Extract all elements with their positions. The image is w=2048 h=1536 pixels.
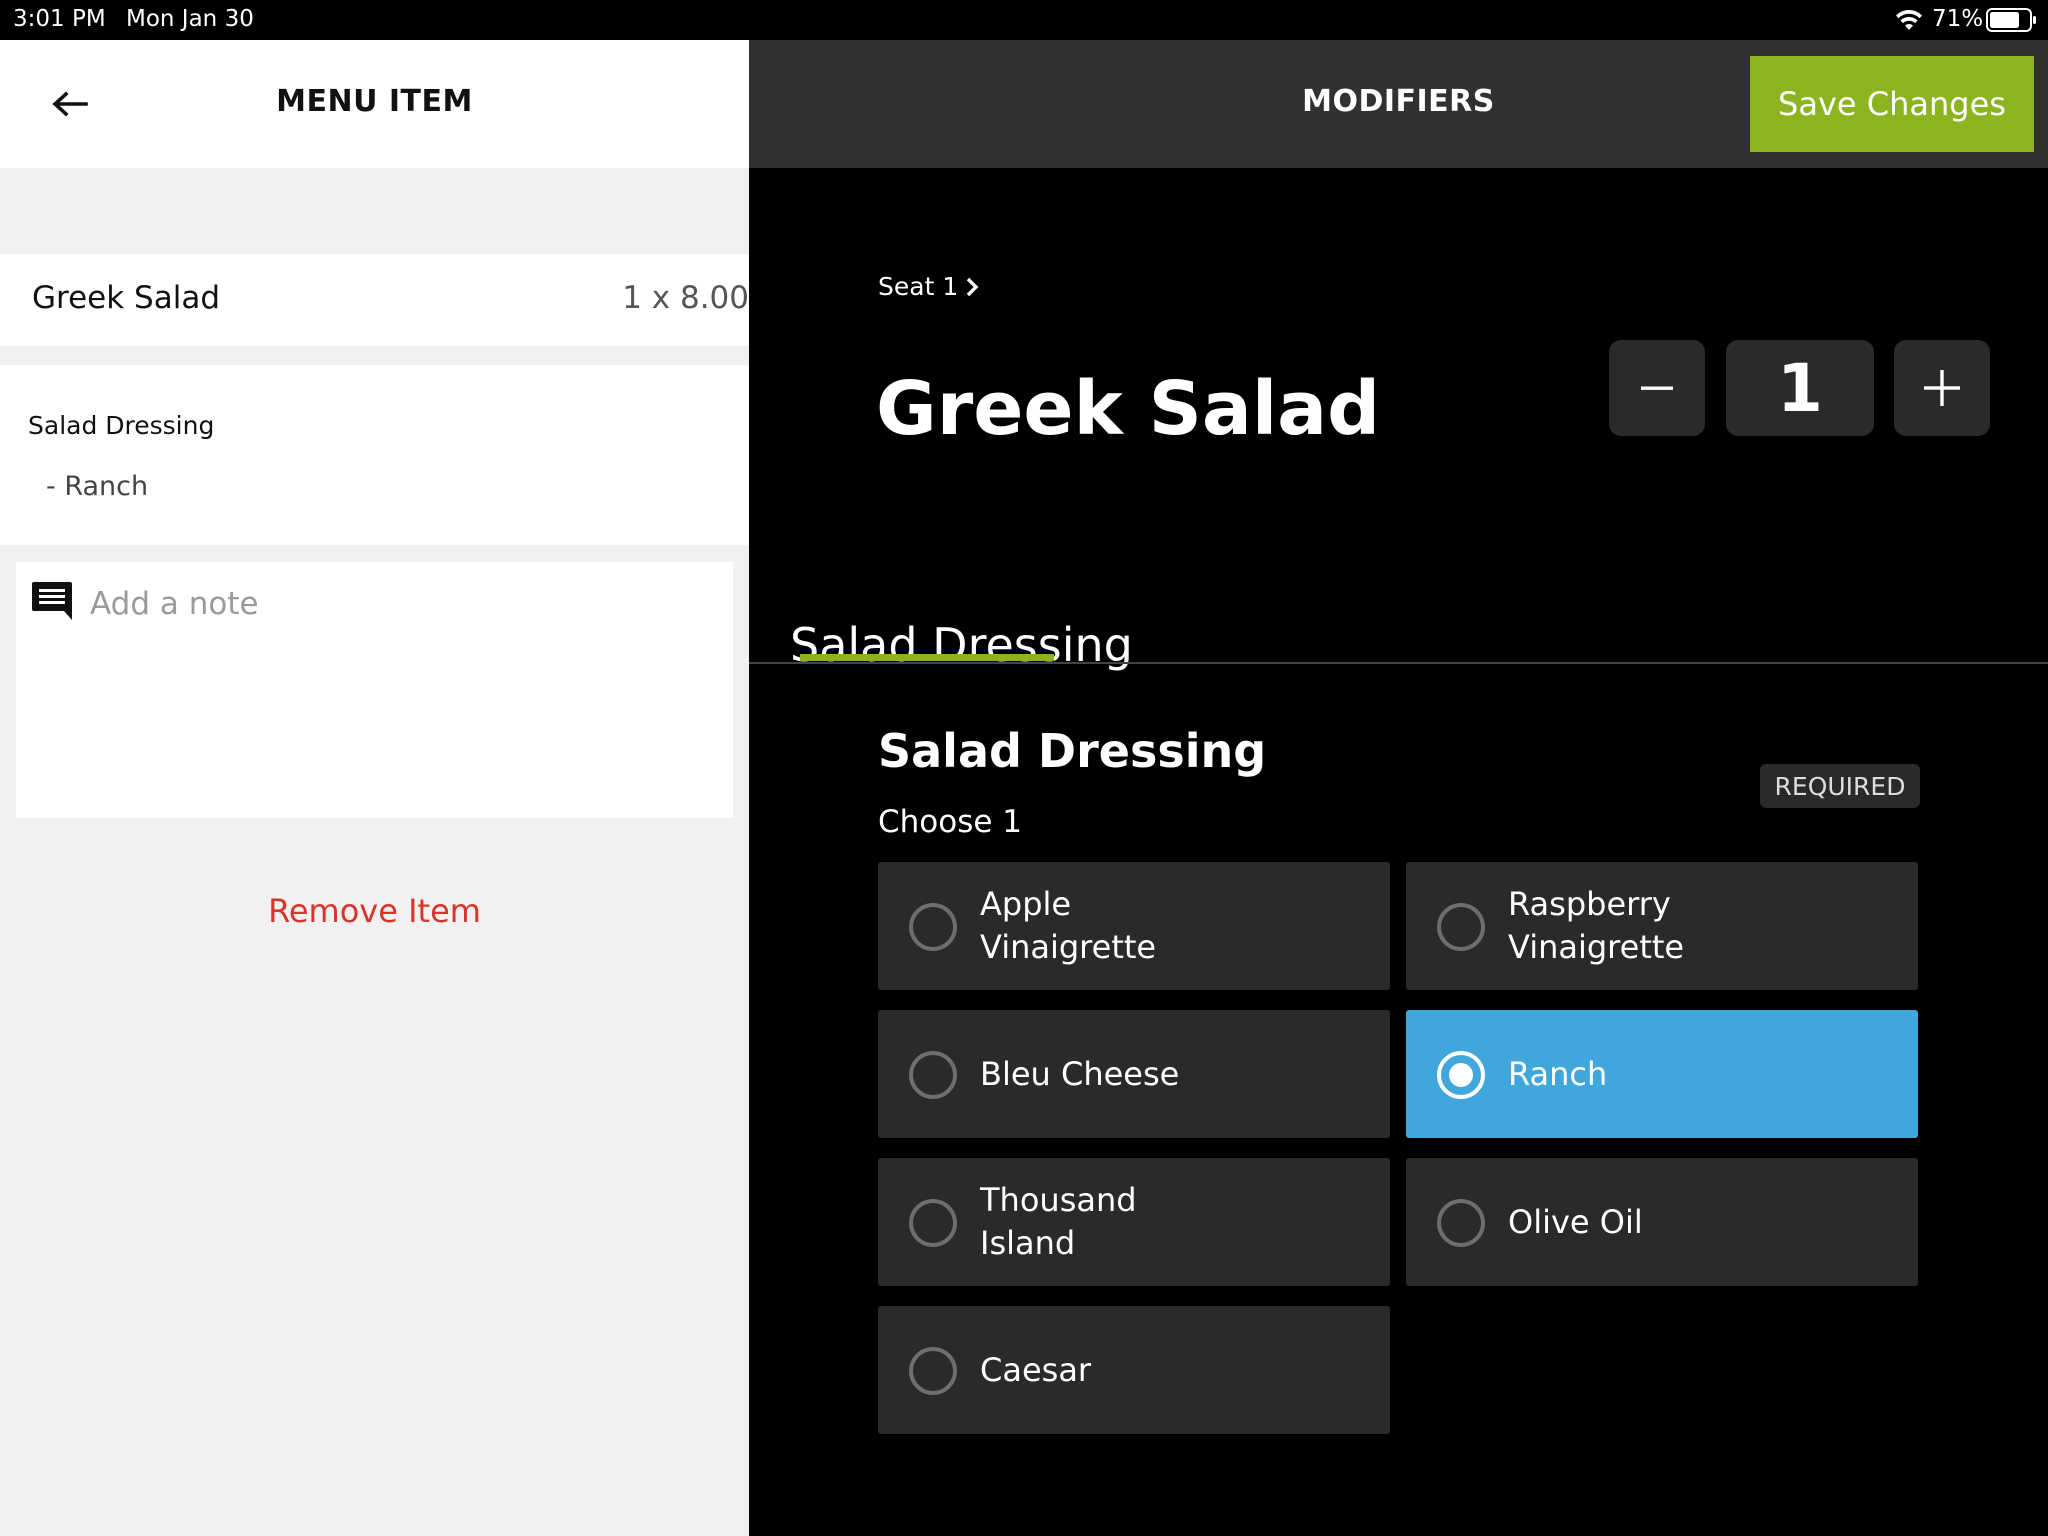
radio-unchecked-icon[interactable] (909, 1199, 957, 1247)
remove-item-button[interactable]: Remove Item (0, 892, 749, 930)
modifier-group-title: Salad Dressing (878, 724, 1267, 778)
radio-dot (1449, 1063, 1473, 1087)
note-box[interactable] (16, 562, 733, 818)
modifiers-panel: MODIFIERS Save Changes Seat 1 Greek Sala… (749, 40, 2048, 1536)
choose-count: Choose 1 (878, 804, 1023, 840)
item-name: Greek Salad (32, 280, 220, 316)
option-label: Ranch (1508, 1054, 1608, 1093)
quantity-decrease-button[interactable] (1609, 340, 1705, 436)
option-label: Raspberry Vinaigrette (1508, 885, 1685, 966)
wifi-icon (1896, 9, 1922, 30)
radio-checked-icon[interactable] (1437, 1051, 1485, 1099)
save-changes-button[interactable]: Save Changes (1750, 56, 2034, 152)
option-olive-oil[interactable]: Olive Oil (1406, 1158, 1918, 1286)
option-label: Olive Oil (1508, 1202, 1643, 1241)
comment-icon (32, 582, 72, 620)
option-label: Thousand Island (980, 1181, 1137, 1262)
item-title: Greek Salad (876, 366, 1381, 452)
option-label: Caesar (980, 1350, 1092, 1389)
menu-item-header: MENU ITEM (0, 40, 749, 168)
modifiers-header: MODIFIERS Save Changes (749, 40, 2048, 168)
option-thousand-island[interactable]: Thousand Island (878, 1158, 1390, 1286)
radio-unchecked-icon[interactable] (909, 1051, 957, 1099)
tab-divider (749, 662, 2048, 664)
status-time: 3:01 PM (13, 6, 106, 32)
seat-link[interactable]: Seat 1 (878, 272, 980, 301)
radio-unchecked-icon[interactable] (909, 903, 957, 951)
item-price: 1 x 8.00 (622, 280, 749, 316)
page-title: MENU ITEM (276, 84, 473, 119)
option-apple-vinaigrette[interactable]: Apple Vinaigrette (878, 862, 1390, 990)
option-ranch[interactable]: Ranch (1406, 1010, 1918, 1138)
active-tab-indicator (800, 654, 1054, 661)
option-label: Apple Vinaigrette (980, 885, 1157, 966)
option-label: Bleu Cheese (980, 1054, 1180, 1093)
radio-unchecked-icon[interactable] (1437, 1199, 1485, 1247)
minus-icon (1641, 386, 1673, 390)
status-bar: 3:01 PM Mon Jan 30 71% (0, 0, 2048, 40)
modifier-summary: Salad Dressing - Ranch (0, 365, 749, 545)
required-badge: REQUIRED (1760, 764, 1920, 808)
option-caesar[interactable]: Caesar (878, 1306, 1390, 1434)
battery-icon (1986, 8, 2036, 32)
modifier-choice: - Ranch (46, 471, 149, 502)
option-raspberry-vinaigrette[interactable]: Raspberry Vinaigrette (1406, 862, 1918, 990)
note-input[interactable] (90, 576, 710, 632)
battery-percent: 71% (1932, 6, 1984, 32)
menu-item-panel: MENU ITEM Greek Salad 1 x 8.00 Salad Dre… (0, 40, 749, 1536)
quantity-value: 1 (1726, 340, 1874, 436)
modifier-group-name: Salad Dressing (28, 411, 215, 440)
seat-label: Seat 1 (878, 272, 959, 301)
order-item-row[interactable]: Greek Salad 1 x 8.00 (0, 254, 749, 346)
status-date: Mon Jan 30 (126, 6, 254, 32)
screen: 3:01 PM Mon Jan 30 71% MENU ITEM Greek S… (0, 0, 2048, 1536)
radio-unchecked-icon[interactable] (909, 1347, 957, 1395)
chevron-right-icon (967, 277, 979, 296)
radio-unchecked-icon[interactable] (1437, 903, 1485, 951)
option-bleu-cheese[interactable]: Bleu Cheese (878, 1010, 1390, 1138)
plus-icon (1924, 370, 1960, 406)
quantity-increase-button[interactable] (1894, 340, 1990, 436)
